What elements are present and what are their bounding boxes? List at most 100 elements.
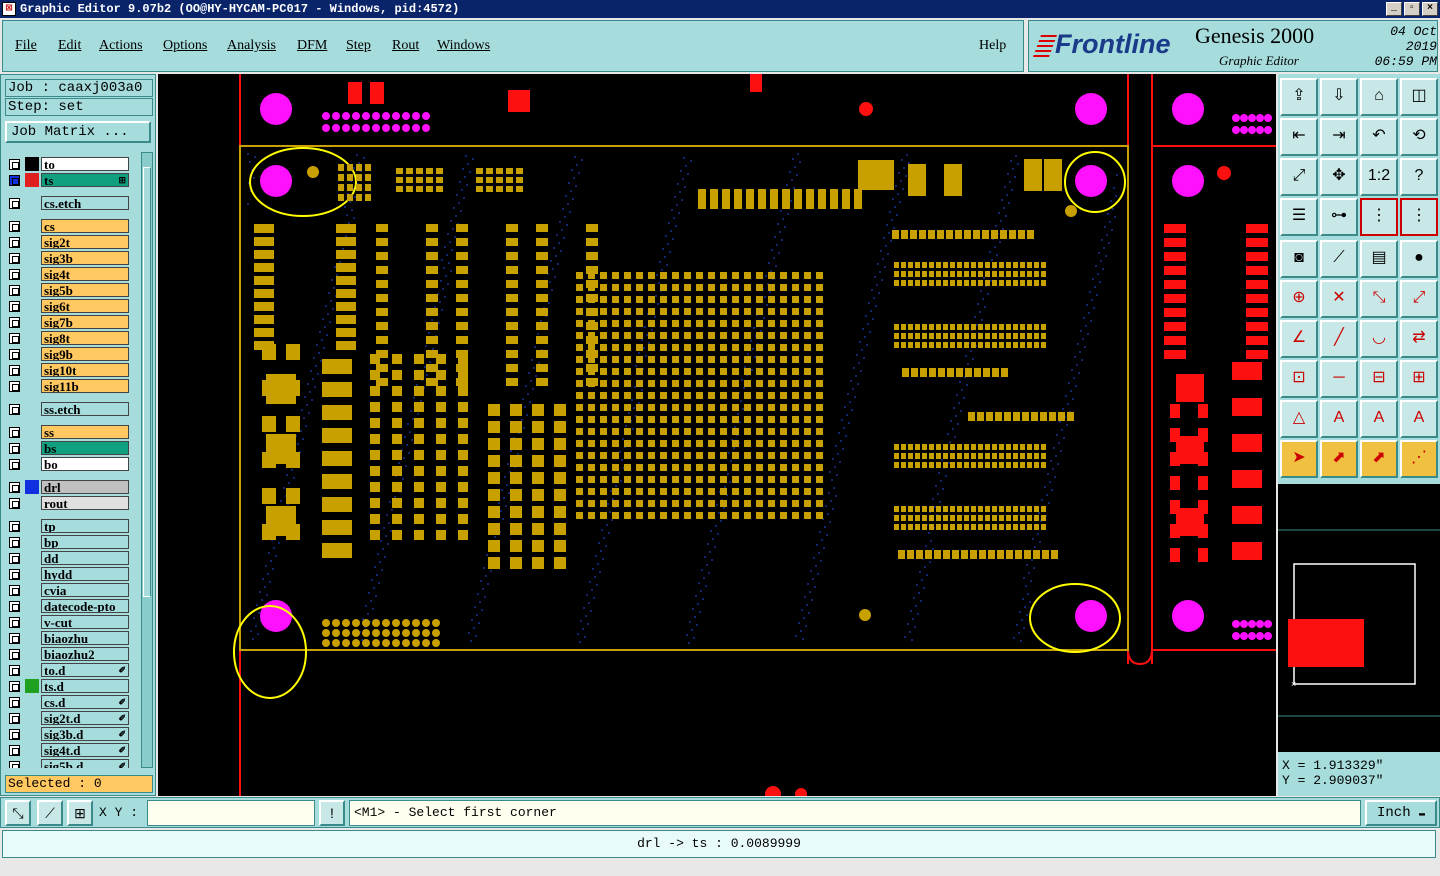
measure-button[interactable]: ⟋ — [37, 800, 63, 826]
layer-color-swatch[interactable] — [25, 647, 39, 661]
layer-row-datecode-pto[interactable]: datecode-pto — [7, 599, 129, 613]
layer-checkbox[interactable] — [9, 381, 20, 392]
layer-checkbox[interactable] — [9, 761, 20, 768]
diag-line-button[interactable]: ╱ — [1320, 320, 1358, 358]
arc-button[interactable]: ◡ — [1360, 320, 1398, 358]
layer-color-swatch[interactable] — [25, 251, 39, 265]
menu-windows[interactable]: Windows — [437, 38, 490, 54]
layer-row-cs-etch[interactable]: cs.etch — [7, 196, 129, 210]
layer-row-sig4t-d[interactable]: sig4t.d ✐ — [7, 743, 129, 757]
layer-checkbox[interactable] — [9, 159, 20, 170]
layer-checkbox[interactable] — [9, 333, 20, 344]
text-a3-button[interactable]: A — [1400, 400, 1438, 438]
layer-color-swatch[interactable] — [25, 457, 39, 471]
zoom-left-button[interactable]: ⇤ — [1280, 118, 1318, 156]
layer-row-sig3b[interactable]: sig3b — [7, 251, 129, 265]
layer-color-swatch[interactable] — [25, 219, 39, 233]
layer-checkbox[interactable] — [9, 681, 20, 692]
tri-button[interactable]: △ — [1280, 400, 1318, 438]
layer-checkbox[interactable] — [9, 237, 20, 248]
layer-name[interactable]: drl — [41, 480, 129, 494]
center-button[interactable]: ✥ — [1320, 158, 1358, 196]
layer-row-cs-d[interactable]: cs.d ✐ — [7, 695, 129, 709]
layer-name[interactable]: sig4t — [41, 267, 129, 281]
layer-color-swatch[interactable] — [25, 519, 39, 533]
layer-checkbox[interactable] — [9, 649, 20, 660]
dim-button[interactable]: ⊟ — [1360, 360, 1398, 398]
layer-color-swatch[interactable] — [25, 663, 39, 677]
layer-row-sig2t-d[interactable]: sig2t.d ✐ — [7, 711, 129, 725]
layer-color-swatch[interactable] — [25, 347, 39, 361]
layer-color-swatch[interactable] — [25, 679, 39, 693]
layer-checkbox[interactable] — [9, 301, 20, 312]
layer-row-bp[interactable]: bp — [7, 535, 129, 549]
graphic-canvas[interactable] — [158, 74, 1276, 796]
layer-name[interactable]: dd — [41, 551, 129, 565]
split-view-button[interactable]: ◫ — [1400, 78, 1438, 116]
layer-color-swatch[interactable] — [25, 157, 39, 171]
layer-checkbox[interactable] — [9, 443, 20, 454]
pointer-select2-button[interactable]: ⬈ — [1360, 440, 1398, 478]
ruler-button[interactable]: ▤ — [1360, 240, 1398, 278]
layer-checkbox[interactable] — [9, 537, 20, 548]
layer-color-swatch[interactable] — [25, 759, 39, 768]
overview-map[interactable]: × — [1278, 484, 1440, 752]
layer-checkbox[interactable] — [9, 633, 20, 644]
layer-checkbox[interactable] — [9, 745, 20, 756]
layer-name[interactable]: sig5b — [41, 283, 129, 297]
layer-checkbox[interactable] — [9, 253, 20, 264]
layer-row-sig3b-d[interactable]: sig3b.d ✐ — [7, 727, 129, 741]
layer-checkbox[interactable] — [9, 569, 20, 580]
layer-color-swatch[interactable] — [25, 535, 39, 549]
layer-list-button[interactable]: ☰ — [1280, 198, 1318, 236]
layer-checkbox[interactable] — [9, 665, 20, 676]
layer-name[interactable]: to — [41, 157, 129, 171]
layer-row-sig11b[interactable]: sig11b — [7, 379, 129, 393]
redraw-button[interactable]: ⟲ — [1400, 118, 1438, 156]
layer-checkbox[interactable] — [9, 365, 20, 376]
layer-color-swatch[interactable] — [25, 551, 39, 565]
pointer-button[interactable]: ➤ — [1280, 440, 1318, 478]
layer-name[interactable]: hydd — [41, 567, 129, 581]
layer-checkbox[interactable] — [9, 498, 20, 509]
layer-name[interactable]: cs.d ✐ — [41, 695, 129, 709]
layer-row-cs[interactable]: cs — [7, 219, 129, 233]
layer-checkbox[interactable] — [9, 521, 20, 532]
layer-color-swatch[interactable] — [25, 695, 39, 709]
layer-name[interactable]: sig11b — [41, 379, 129, 393]
layer-checkbox[interactable] — [9, 317, 20, 328]
layer-checkbox[interactable] — [9, 427, 20, 438]
node-button[interactable]: ⊕ — [1280, 280, 1318, 318]
layer-row-sig5b[interactable]: sig5b — [7, 283, 129, 297]
layer-name[interactable]: rout — [41, 496, 129, 510]
units-dropdown[interactable]: Inch ▬ — [1365, 800, 1437, 826]
layer-row-hydd[interactable]: hydd — [7, 567, 129, 581]
layer-row-v-cut[interactable]: v-cut — [7, 615, 129, 629]
layer-row-dd[interactable]: dd — [7, 551, 129, 565]
drill-button[interactable]: ● — [1400, 240, 1438, 278]
xy-input[interactable] — [147, 800, 315, 826]
snap-button[interactable]: ⊶ — [1320, 198, 1358, 236]
pointer-select-button[interactable]: ⬈ — [1320, 440, 1358, 478]
layer-row-sig6t[interactable]: sig6t — [7, 299, 129, 313]
layer-row-biaozhu2[interactable]: biaozhu2 — [7, 647, 129, 661]
layer-name[interactable]: sig2t — [41, 235, 129, 249]
layer-checkbox[interactable] — [9, 221, 20, 232]
layer-color-swatch[interactable] — [25, 441, 39, 455]
layer-row-biaozhu[interactable]: biaozhu — [7, 631, 129, 645]
layer-name[interactable]: ss.etch — [41, 402, 129, 416]
layer-name[interactable]: cvia — [41, 583, 129, 597]
layer-color-swatch[interactable] — [25, 363, 39, 377]
cross-button[interactable]: ✕ — [1320, 280, 1358, 318]
menu-options[interactable]: Options — [163, 38, 207, 54]
layer-row-cvia[interactable]: cvia — [7, 583, 129, 597]
layer-name[interactable]: ts.d — [41, 679, 129, 693]
mirror-button[interactable]: ⇄ — [1400, 320, 1438, 358]
layer-checkbox[interactable] — [9, 729, 20, 740]
arc-add-button[interactable]: ⤢ — [1400, 280, 1438, 318]
layer-checkbox[interactable] — [9, 713, 20, 724]
layer-color-swatch[interactable] — [25, 743, 39, 757]
layer-color-swatch[interactable] — [25, 379, 39, 393]
layer-color-swatch[interactable] — [25, 583, 39, 597]
layer-checkbox[interactable] — [9, 697, 20, 708]
